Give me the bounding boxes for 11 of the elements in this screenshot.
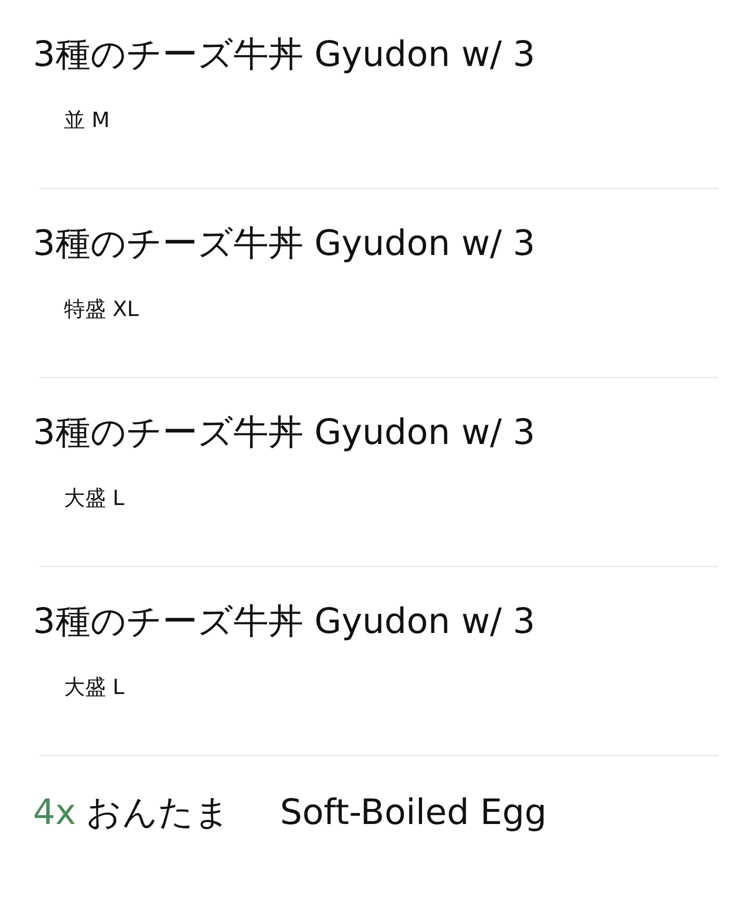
size-label: 特盛 XL (64, 296, 140, 323)
item-title: おんたま (86, 792, 230, 835)
item-title: Soft-Boiled Egg (280, 792, 547, 835)
size-label: 並 M (64, 107, 111, 134)
item-title: 3種のチーズ牛丼 Gyudon w/ 3 (33, 412, 536, 455)
quantity-label: 4x (33, 792, 76, 835)
size-label: 大盛 L (64, 674, 126, 701)
item-title: 3種のチーズ牛丼 Gyudon w/ 3 (33, 601, 536, 644)
size-label: 大盛 L (64, 485, 126, 512)
item-title: 3種のチーズ牛丼 Gyudon w/ 3 (33, 34, 536, 77)
item-title: 3種のチーズ牛丼 Gyudon w/ 3 (33, 223, 536, 266)
